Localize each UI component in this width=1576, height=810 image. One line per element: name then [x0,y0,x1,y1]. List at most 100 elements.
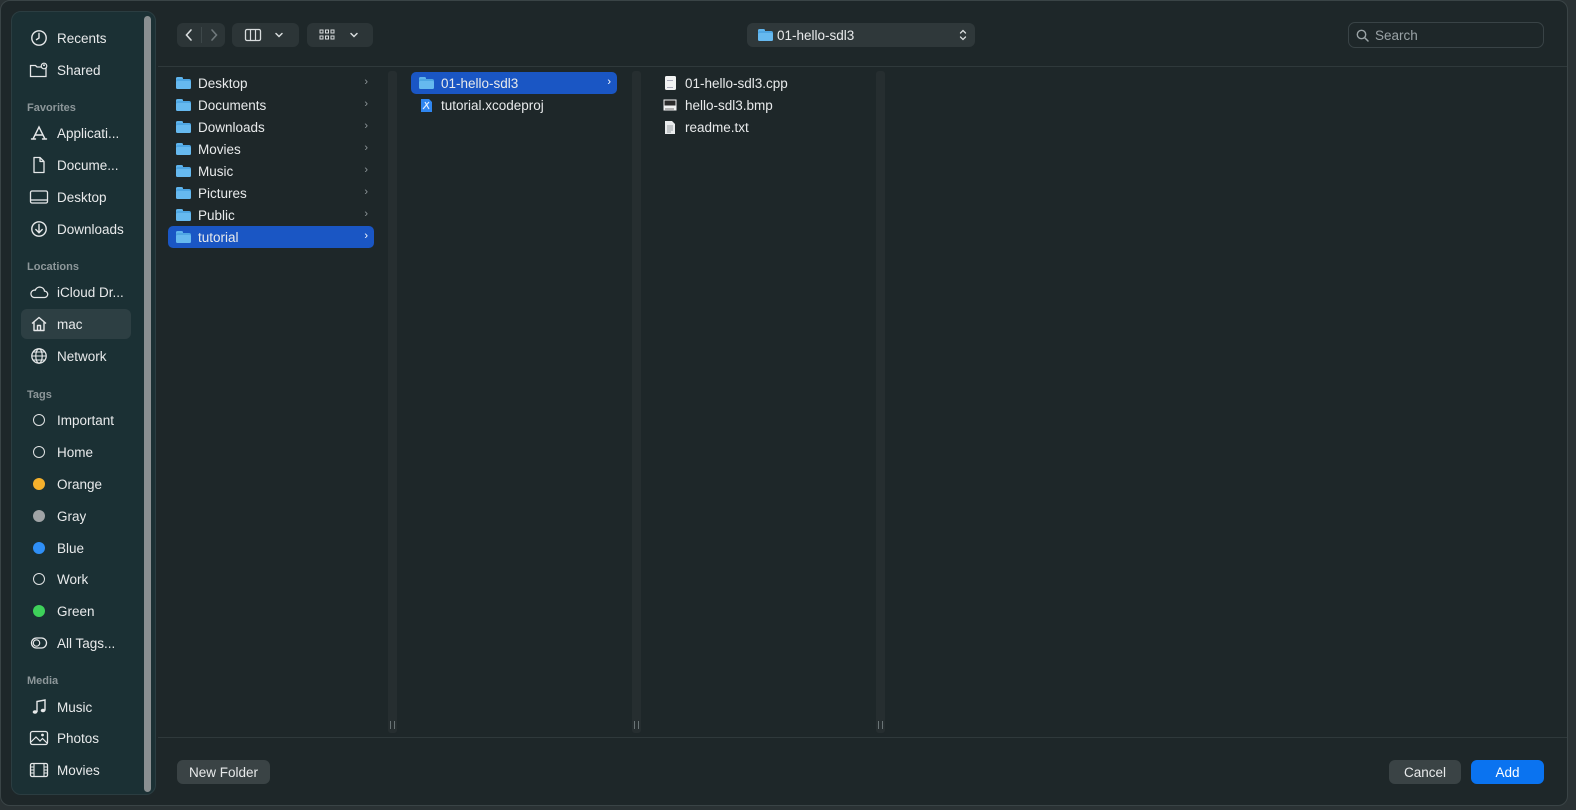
item-label: Music [198,163,234,179]
list-item-downloads[interactable]: Downloads › [168,116,374,138]
sidebar-scrollbar[interactable] [144,16,151,792]
sidebar-item-documents[interactable]: Docume... [21,150,131,180]
item-label: readme.txt [685,119,749,135]
sidebar-item-movies[interactable]: Movies [21,755,131,785]
column-resize-handle[interactable] [876,71,885,733]
list-item-public[interactable]: Public › [168,204,374,226]
item-label: tutorial.xcodeproj [441,97,544,113]
folder-icon [175,120,191,134]
sidebar-item-shared[interactable]: Shared [21,55,131,85]
tags-header: Tags [27,389,52,401]
sidebar-tag-orange[interactable]: Orange [21,469,131,499]
path-popup-button[interactable]: 01-hello-sdl3 [747,23,975,47]
sidebar-tag-gray[interactable]: Gray [21,501,131,531]
item-label: Movies [198,141,241,157]
desktop-icon [29,187,49,207]
chevron-right-icon: › [607,76,611,88]
up-down-chevron-icon [959,28,967,42]
tag-dot-icon [29,410,49,430]
grid-icon [319,29,335,41]
sidebar-item-music[interactable]: Music [21,692,131,722]
sidebar-item-label: Network [57,348,107,364]
list-item-tutorial-xcodeproj[interactable]: tutorial.xcodeproj [411,94,617,116]
list-item-tutorial[interactable]: tutorial › [168,226,374,248]
list-item-documents[interactable]: Documents › [168,94,374,116]
film-icon [29,760,49,780]
search-placeholder: Search [1375,27,1418,43]
download-icon [29,219,49,239]
chevron-right-icon: › [364,208,368,220]
locations-header: Locations [27,261,79,273]
sidebar-item-desktop[interactable]: Desktop [21,182,131,212]
list-item-pictures[interactable]: Pictures › [168,182,374,204]
column-resize-handle[interactable] [632,71,641,733]
nav-buttons [177,23,225,47]
list-item-music[interactable]: Music › [168,160,374,182]
back-icon[interactable] [177,28,201,42]
chevron-down-icon [274,31,284,39]
sidebar-item-label: Work [57,571,89,587]
sidebar-item-photos[interactable]: Photos [21,723,131,753]
chevron-right-icon: › [364,164,368,176]
chevron-right-icon: › [364,142,368,154]
sidebar: Recents Shared Favorites Applicati... Do… [11,11,156,795]
list-item-bmp-file[interactable]: hello-sdl3.bmp [655,94,861,116]
sidebar-item-label: Recents [57,30,107,46]
sidebar-item-label: Blue [57,540,85,556]
list-item-cpp-file[interactable]: 01-hello-sdl3.cpp [655,72,861,94]
list-item-movies[interactable]: Movies › [168,138,374,160]
sidebar-tag-important[interactable]: Important [21,405,131,435]
sidebar-tag-home[interactable]: Home [21,437,131,467]
item-label: Public [198,207,235,223]
column-resize-handle[interactable] [388,71,397,733]
tag-dot-icon [29,538,49,558]
list-item-txt-file[interactable]: readme.txt [655,116,861,138]
path-label: 01-hello-sdl3 [777,27,855,43]
sidebar-item-label: Gray [57,508,87,524]
column-view-button[interactable] [232,23,299,47]
tag-dot-icon [29,442,49,462]
xcodeproj-icon [418,98,434,112]
browser-column-1: Desktop › Documents › Downloads › Movies… [158,67,388,737]
columns-icon [244,28,262,42]
sidebar-item-label: Music [57,699,93,715]
sidebar-tag-all-tags[interactable]: All Tags... [21,628,131,658]
add-button[interactable]: Add [1471,760,1544,784]
item-label: Pictures [198,185,247,201]
sidebar-item-label: Downloads [57,221,124,237]
forward-icon[interactable] [202,28,225,42]
sidebar-item-network[interactable]: Network [21,341,131,371]
cancel-button[interactable]: Cancel [1389,760,1461,784]
chevron-right-icon: › [364,76,368,88]
search-field[interactable]: Search [1348,22,1544,48]
sidebar-item-label: Movies [57,762,100,778]
list-item-desktop[interactable]: Desktop › [168,72,374,94]
sidebar-tag-blue[interactable]: Blue [21,533,131,563]
chevron-right-icon: › [364,186,368,198]
sidebar-tag-work[interactable]: Work [21,564,131,594]
toolbar: 01-hello-sdl3 Search [158,1,1567,67]
new-folder-button[interactable]: New Folder [177,760,270,784]
sidebar-item-icloud-drive[interactable]: iCloud Dr... [21,277,131,307]
folder-icon [175,230,191,244]
sidebar-item-label: All Tags... [57,635,116,651]
sidebar-tag-green[interactable]: Green [21,596,131,626]
folder-icon [175,164,191,178]
sidebar-item-mac[interactable]: mac [21,309,131,339]
shared-folder-icon [29,60,49,80]
sidebar-item-applications[interactable]: Applicati... [21,118,131,148]
clock-icon [29,28,49,48]
sidebar-item-downloads[interactable]: Downloads [21,214,131,244]
sidebar-item-label: iCloud Dr... [57,284,124,300]
text-file-icon [662,120,678,134]
globe-icon [29,346,49,366]
cloud-icon [29,282,49,302]
folder-icon [175,186,191,200]
home-icon [29,314,49,334]
tag-dot-icon [29,601,49,621]
list-item-01-hello-sdl3[interactable]: 01-hello-sdl3 › [411,72,617,94]
item-label: 01-hello-sdl3 [441,75,519,91]
group-view-button[interactable] [307,23,373,47]
sidebar-item-recents[interactable]: Recents [21,23,131,53]
folder-icon [175,98,191,112]
